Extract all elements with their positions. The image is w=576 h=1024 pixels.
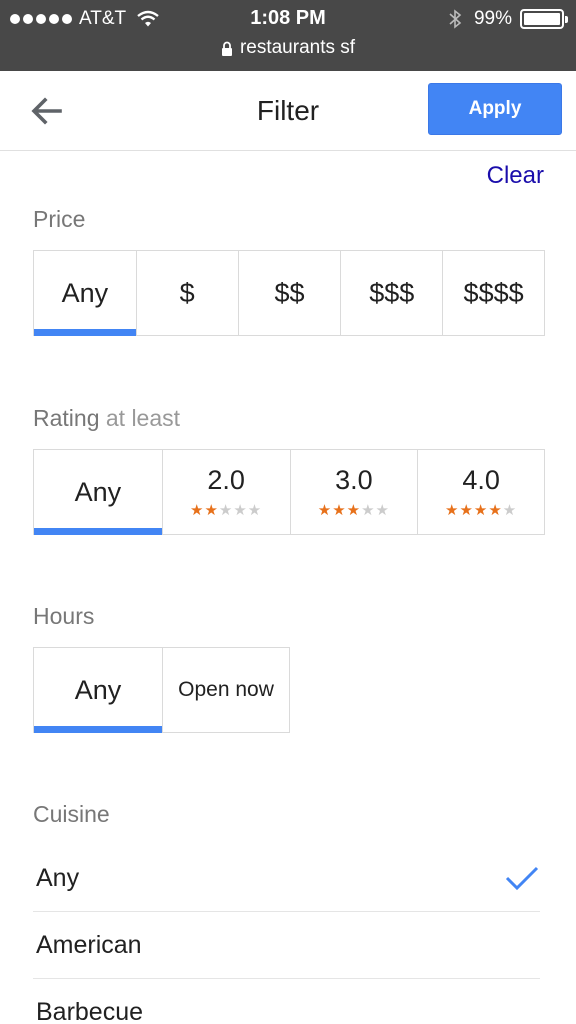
cuisine-item-label: Barbecue [36,997,144,1024]
star-filled-icon: ★ [204,502,219,519]
option-label: Open now [178,678,274,701]
rating-selector: Any 2.0 ★★★★★ 3.0 ★★★★★ 4.0 ★★★★★ [33,449,545,535]
battery-icon [520,9,568,29]
price-selector: Any $ $$ $$$ $$$$ [33,250,545,336]
hours-option-open-now[interactable]: Open now [162,648,289,732]
star-empty-icon: ★ [218,502,234,519]
star-filled-icon: ★ [473,502,489,519]
apply-button[interactable]: Apply [428,83,562,135]
star-empty-icon: ★ [361,502,376,519]
rating-option-3[interactable]: 3.0 ★★★★★ [289,450,418,534]
price-label: Price [33,206,86,232]
option-label: Any [61,277,109,308]
star-filled-icon: ★ [189,502,205,519]
price-option-any[interactable]: Any [34,251,136,336]
option-label: $$ [274,277,305,308]
star-filled-icon: ★ [346,502,362,519]
star-rating: ★★★★★ [318,501,390,519]
star-filled-icon: ★ [488,502,503,519]
status-right: 99% [448,8,568,30]
star-empty-icon: ★ [375,502,390,519]
option-label: $ [179,277,195,308]
cuisine-label: Cuisine [33,801,110,827]
price-option-1[interactable]: $ [135,251,238,335]
star-empty-icon: ★ [247,502,263,519]
filter-header: Filter Apply [0,71,576,151]
bluetooth-icon [449,9,462,29]
star-filled-icon: ★ [317,502,333,519]
price-option-4[interactable]: $$$$ [442,251,544,335]
star-filled-icon: ★ [459,502,474,519]
url-text: restaurants sf [239,37,356,58]
hours-label: Hours [33,603,95,629]
status-bar: AT&T 1:08 PM 99% restaurants sf [0,0,576,71]
address-bar[interactable]: restaurants sf [0,37,576,59]
rating-label-text: Rating [33,405,100,431]
hours-option-any[interactable]: Any [34,648,162,733]
star-rating: ★★★★★ [190,501,262,519]
star-filled-icon: ★ [444,502,460,519]
clear-link[interactable]: Clear [487,162,544,190]
option-label: $$$$ [463,277,524,308]
cuisine-item-american[interactable]: American [33,912,540,979]
battery-percent: 99% [473,8,512,29]
rating-label-suffix: at least [105,405,181,431]
price-option-3[interactable]: $$$ [340,251,442,335]
rating-option-any[interactable]: Any [34,450,162,535]
checkmark-icon [505,866,539,891]
option-label: 3.0 [335,465,373,495]
option-label: 4.0 [462,465,500,495]
rating-option-4[interactable]: 4.0 ★★★★★ [417,450,544,534]
cuisine-item-label: Any [36,863,80,892]
price-option-2[interactable]: $$ [237,251,341,335]
cuisine-item-label: American [36,930,142,959]
star-empty-icon: ★ [502,502,518,519]
cuisine-item-any[interactable]: Any [33,845,540,912]
cuisine-list: Any American Barbecue [33,845,540,1024]
cuisine-item-barbecue[interactable]: Barbecue [33,979,540,1024]
lock-icon [221,41,232,56]
option-label: 2.0 [207,465,245,495]
hours-selector: Any Open now [33,647,290,733]
star-rating: ★★★★★ [445,501,517,519]
rating-label: Rating at least [33,405,180,432]
star-filled-icon: ★ [332,502,347,519]
star-empty-icon: ★ [233,502,248,519]
rating-option-2[interactable]: 2.0 ★★★★★ [161,450,290,534]
option-label: Any [74,674,122,705]
option-label: $$$ [369,277,415,308]
option-label: Any [74,476,122,507]
